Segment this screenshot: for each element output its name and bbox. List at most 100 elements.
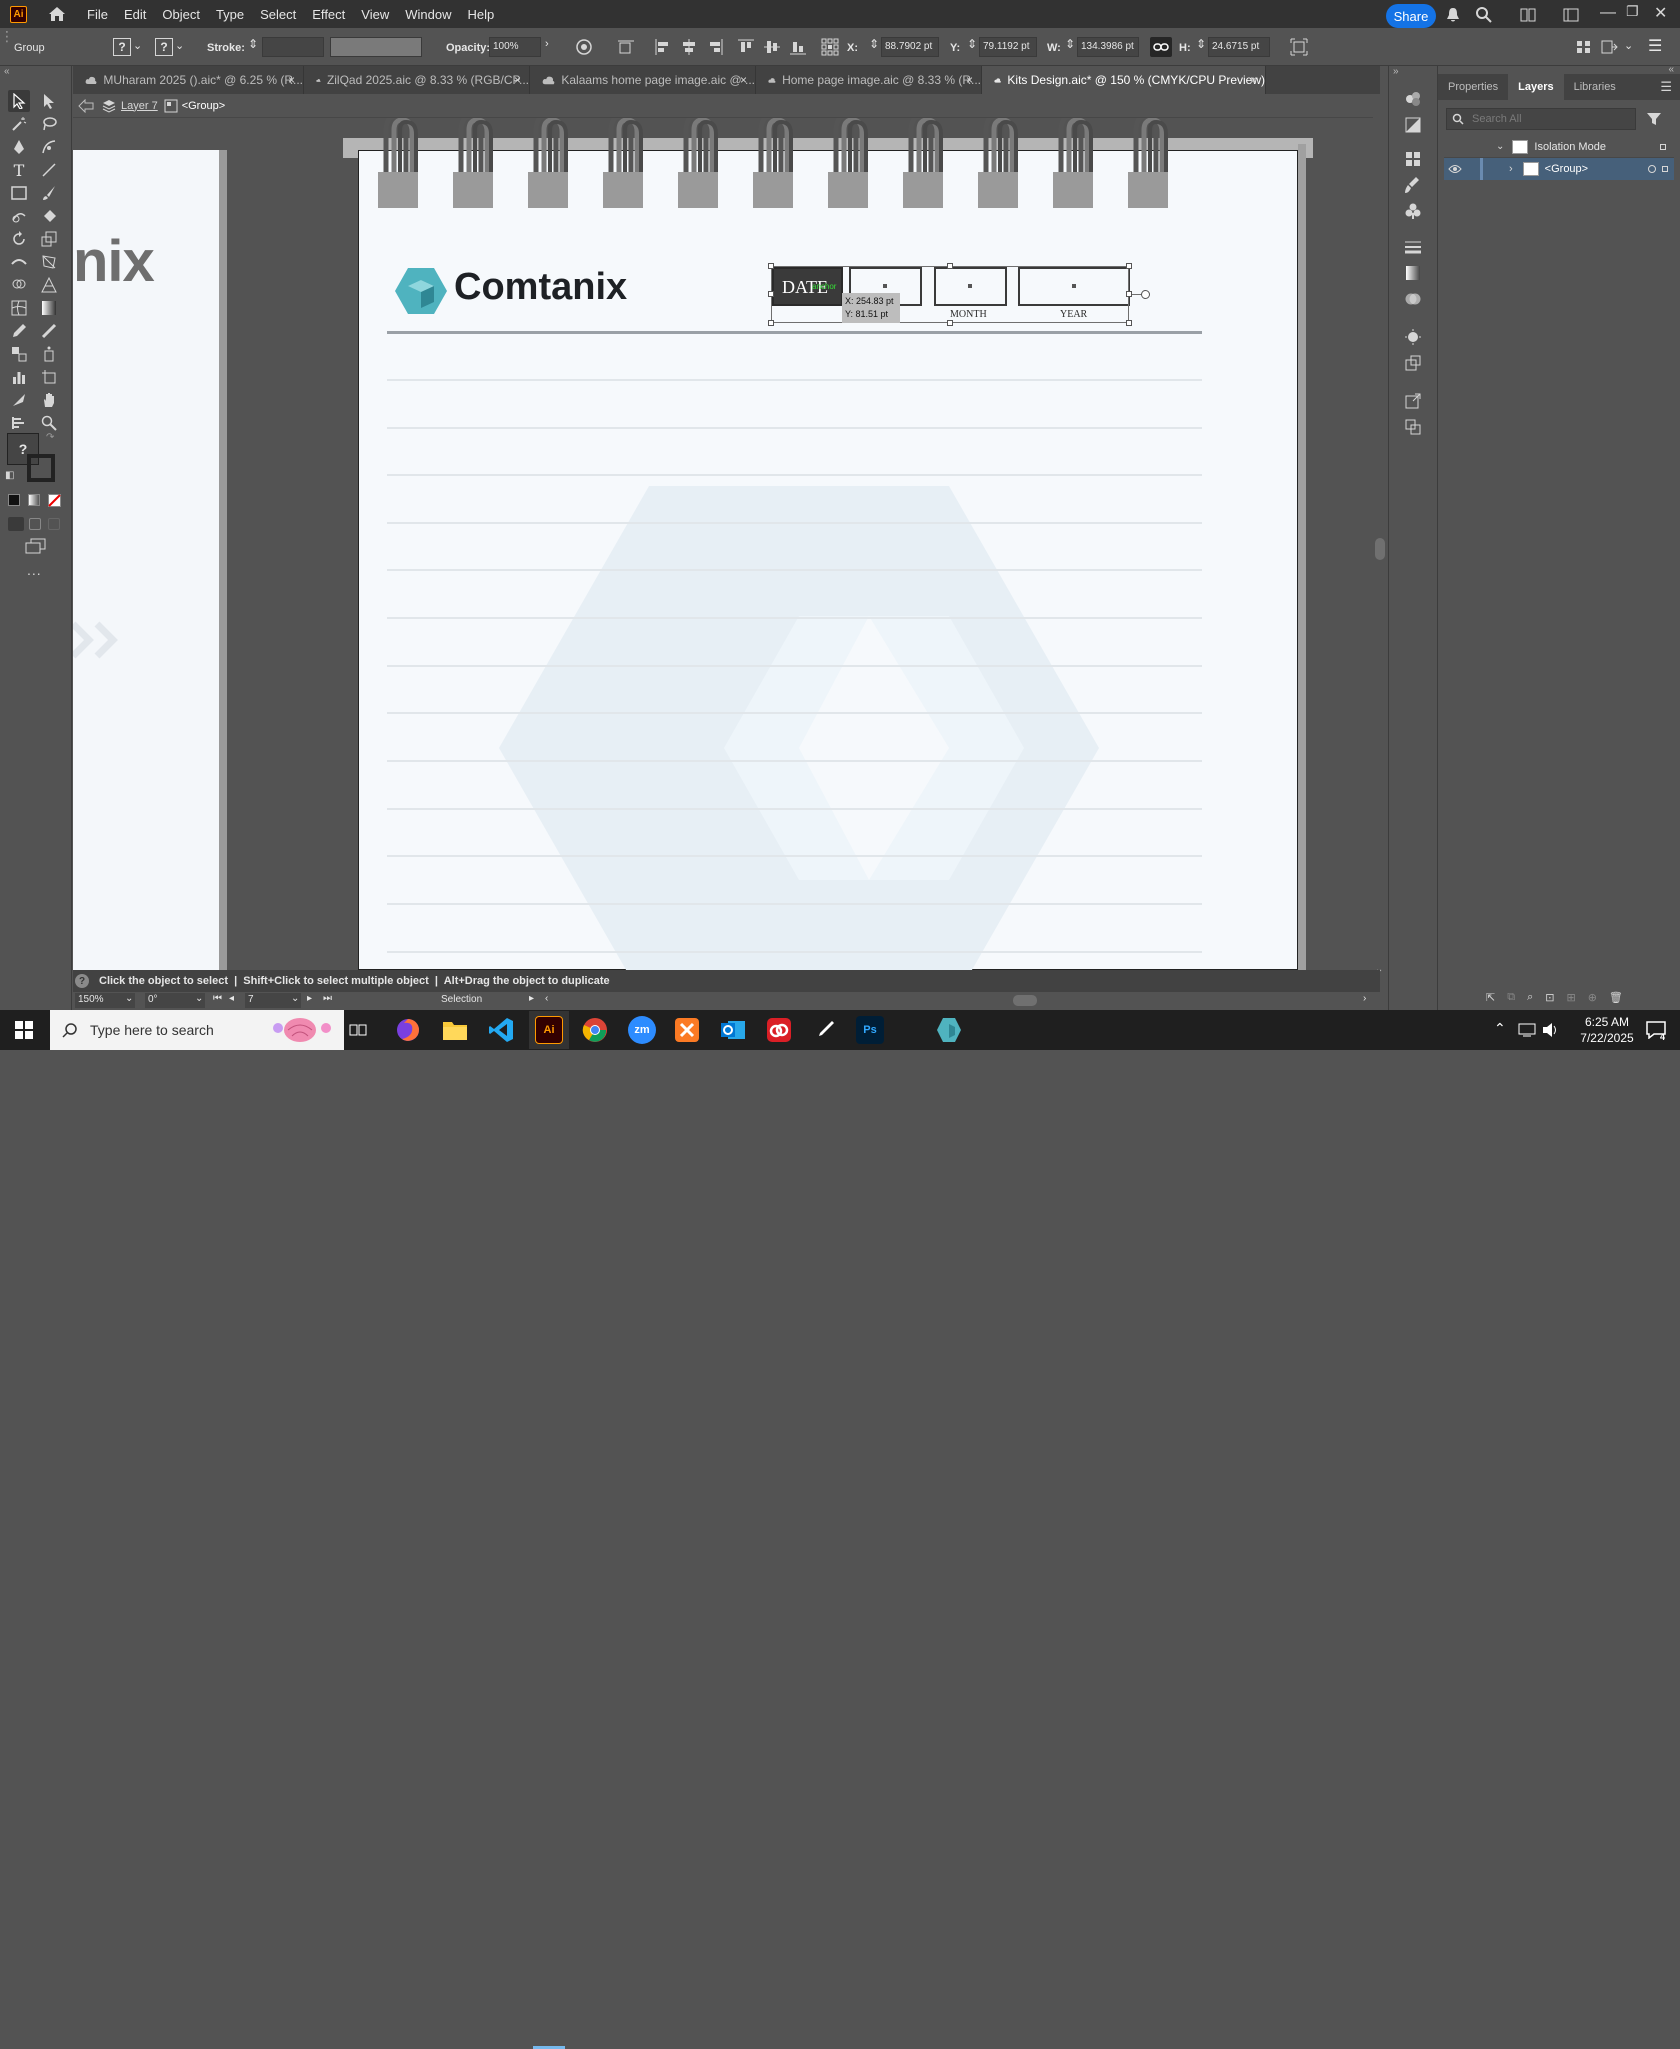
tool-menu-arrow-icon[interactable]: ▸: [529, 993, 534, 1004]
next-artboard-icon[interactable]: ▸: [307, 993, 312, 1004]
hand-tool[interactable]: [38, 389, 60, 411]
none-mode-icon[interactable]: [48, 494, 61, 507]
vertical-scrollbar[interactable]: ⌄: [1373, 94, 1387, 994]
layer-row-isolation[interactable]: ⌄ Isolation Mode: [1444, 136, 1674, 158]
photoshop-app[interactable]: Ps: [856, 1016, 884, 1044]
shaper-tool[interactable]: [8, 205, 30, 227]
network-icon[interactable]: [1518, 1022, 1536, 1038]
curvature-tool[interactable]: [38, 136, 60, 158]
restore-window-icon[interactable]: ❐: [1626, 3, 1639, 20]
resize-handle[interactable]: [1126, 320, 1132, 326]
align-center-icon[interactable]: [680, 38, 698, 56]
reference-point-icon[interactable]: [821, 38, 839, 56]
layer-row-group[interactable]: › <Group>: [1444, 158, 1674, 180]
more-tools-icon[interactable]: ...: [27, 562, 42, 578]
swap-icon[interactable]: ↷: [46, 432, 54, 443]
outlook-icon[interactable]: [720, 1017, 746, 1043]
bell-icon[interactable]: [1446, 7, 1460, 23]
vscode-icon[interactable]: [488, 1017, 514, 1043]
layers-search[interactable]: Search All: [1446, 108, 1636, 130]
height-field[interactable]: 24.6715 pt: [1208, 37, 1270, 57]
measure-tool[interactable]: [38, 320, 60, 342]
collect-export-icon[interactable]: ⇱: [1486, 991, 1495, 1004]
horizontal-scroll-thumb[interactable]: [1013, 995, 1037, 1006]
clock-date[interactable]: 7/22/2025: [1572, 1031, 1642, 1045]
pen-tool[interactable]: [8, 136, 30, 158]
mesh-tool[interactable]: [8, 297, 30, 319]
stroke-swatch[interactable]: ?: [155, 38, 173, 56]
draw-behind-icon[interactable]: [29, 518, 41, 530]
minimize-window-icon[interactable]: —: [1600, 4, 1616, 22]
make-clipping-mask-icon[interactable]: ⧉: [1507, 991, 1515, 1004]
recolor-icon[interactable]: [575, 38, 593, 56]
filter-icon[interactable]: [1646, 111, 1662, 127]
zoom-tool[interactable]: [38, 412, 60, 434]
first-artboard-icon[interactable]: ⏮: [213, 993, 222, 1004]
collapse-icon[interactable]: »: [1393, 66, 1399, 77]
chevron-down-icon[interactable]: ⌄: [1624, 39, 1633, 52]
gradient-panel-icon[interactable]: [1404, 264, 1422, 282]
previous-artboard-icon[interactable]: ◂: [229, 993, 234, 1004]
last-artboard-icon[interactable]: ⏭: [323, 993, 332, 1004]
share-button[interactable]: Share: [1386, 4, 1436, 28]
gradient-tool[interactable]: [38, 297, 60, 319]
back-arrow-icon[interactable]: [78, 98, 94, 113]
scale-tool[interactable]: [38, 228, 60, 250]
firefox-icon[interactable]: [396, 1018, 420, 1042]
rotate-handle[interactable]: [1141, 290, 1150, 299]
zoom-app[interactable]: zm: [628, 1016, 656, 1044]
y-position-field[interactable]: 79.1192 pt: [979, 37, 1037, 57]
align-middle-icon[interactable]: [763, 38, 781, 56]
rotate-tool[interactable]: [8, 228, 30, 250]
shape-builder-tool[interactable]: [8, 274, 30, 296]
chevron-right-icon[interactable]: ›: [1509, 163, 1513, 175]
width-field[interactable]: 134.3986 pt: [1077, 37, 1139, 57]
tab-properties[interactable]: Properties: [1438, 74, 1508, 100]
scroll-thumb[interactable]: [1375, 538, 1385, 560]
magic-wand-tool[interactable]: [8, 113, 30, 135]
x-stepper[interactable]: ⇕: [869, 37, 879, 51]
resize-handle[interactable]: [1126, 263, 1132, 269]
direct-selection-tool[interactable]: [38, 90, 60, 112]
panel-menu-icon[interactable]: ☰: [1660, 79, 1672, 95]
menu-type[interactable]: Type: [214, 7, 246, 22]
resize-handle[interactable]: [768, 263, 774, 269]
y-stepper[interactable]: ⇕: [967, 37, 977, 51]
type-tool[interactable]: T: [8, 159, 30, 181]
symbol-sprayer-tool[interactable]: [38, 343, 60, 365]
brushes-icon[interactable]: [1404, 176, 1422, 194]
blend-tool[interactable]: [8, 343, 30, 365]
stroke-panel-icon[interactable]: [1404, 238, 1422, 256]
scroll-right-icon[interactable]: ›: [1363, 993, 1366, 1004]
menu-select[interactable]: Select: [258, 7, 298, 22]
create-sublayer-icon[interactable]: ⊡: [1545, 991, 1554, 1004]
appearance-icon[interactable]: [1404, 116, 1422, 134]
color-mode-icon[interactable]: [8, 494, 20, 506]
eyedropper-tool[interactable]: [8, 320, 30, 342]
resize-handle[interactable]: [768, 291, 774, 297]
tab-kits-design[interactable]: Kits Design.aic* @ 150 % (CMYK/CPU Previ…: [982, 66, 1266, 94]
chevron-down-icon[interactable]: ⌄: [1496, 141, 1504, 152]
tab-home-page[interactable]: Home page image.aic @ 8.33 % (R... ×: [756, 66, 982, 94]
slice-tool[interactable]: [8, 389, 30, 411]
x-position-field[interactable]: 88.7902 pt: [881, 37, 939, 57]
default-colors-icon[interactable]: ◧: [5, 470, 14, 481]
w-stepper[interactable]: ⇕: [1065, 37, 1075, 51]
arrange-icon[interactable]: [1575, 38, 1593, 56]
width-tool[interactable]: [8, 251, 30, 273]
menu-edit[interactable]: Edit: [122, 7, 148, 22]
transform-icon[interactable]: [1290, 38, 1308, 56]
show-hidden-icons[interactable]: ⌃: [1494, 1020, 1506, 1037]
tab-layers[interactable]: Layers: [1508, 74, 1564, 100]
breadcrumb-layer[interactable]: Layer 7: [121, 100, 158, 112]
artboards-panel-icon[interactable]: [1404, 354, 1422, 372]
stroke-stepper[interactable]: ⇕: [248, 37, 258, 51]
align-bottom-icon[interactable]: [789, 38, 807, 56]
screen-mode-icon[interactable]: [25, 538, 47, 554]
color-guide-icon[interactable]: [1404, 90, 1422, 108]
canvas[interactable]: nix Comtanix DATE anchor MONTH YEAR X: 2…: [73, 118, 1373, 970]
close-tab-icon[interactable]: ×: [966, 73, 973, 87]
close-tab-icon[interactable]: ×: [514, 73, 521, 87]
align-to-icon[interactable]: [617, 38, 635, 56]
artboard-notepad[interactable]: Comtanix DATE anchor MONTH YEAR X: 254.8…: [358, 150, 1298, 970]
